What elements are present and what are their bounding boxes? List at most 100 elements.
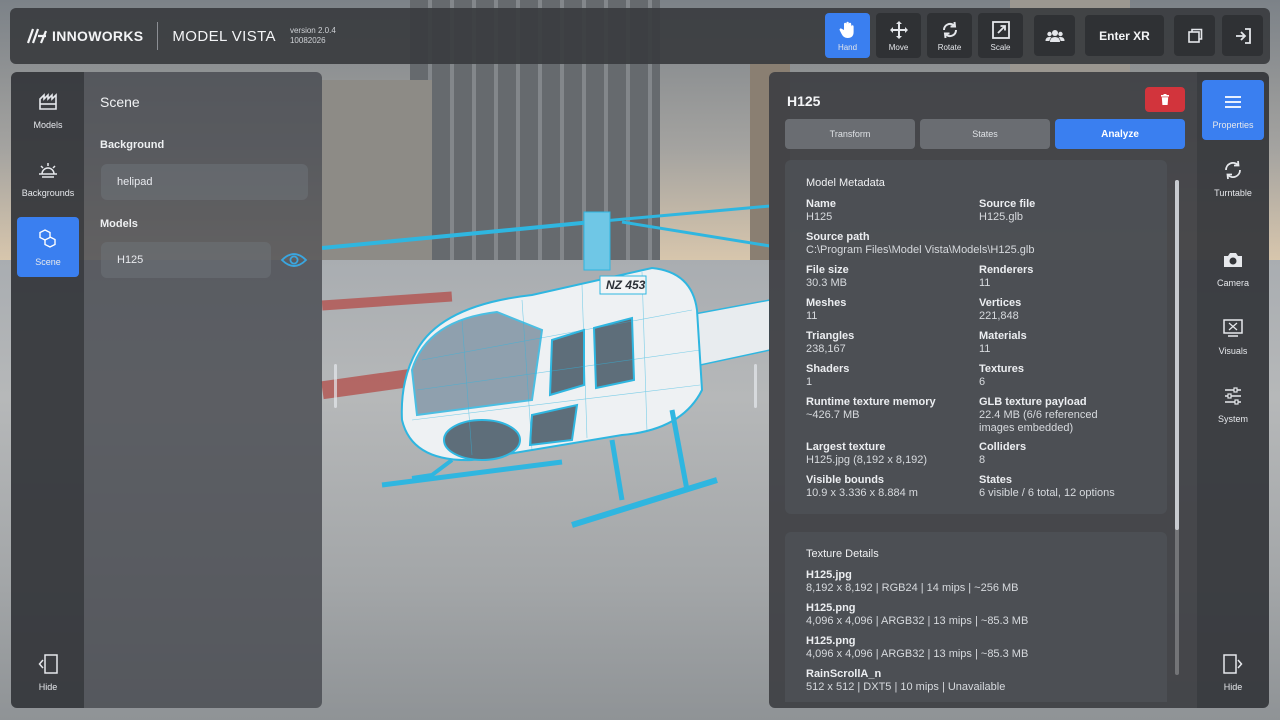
model-list-item[interactable]: H125: [101, 242, 271, 278]
move-tool-label: Move: [888, 42, 909, 52]
scene-panel: Scene Background helipad Models H125: [84, 72, 322, 708]
meta-value: 11: [979, 277, 991, 289]
nav-models[interactable]: Models: [17, 80, 79, 140]
meta-key: Source file: [979, 198, 1036, 210]
texture-item: RainScrollA_n 512 x 512 | DXT5 | 10 mips…: [806, 668, 1005, 694]
nav-properties[interactable]: Properties: [1202, 80, 1264, 140]
texture-item: H125.png 4,096 x 4,096 | ARGB32 | 13 mip…: [806, 602, 1028, 628]
viewport-resize-handle-right[interactable]: [754, 364, 757, 408]
system-sliders-icon: [1225, 386, 1241, 405]
exit-icon: [1235, 27, 1251, 44]
nav-models-label: Models: [33, 119, 63, 130]
helicopter-model[interactable]: NZ 453: [321, 200, 771, 540]
scale-icon: [991, 20, 1010, 39]
nav-system[interactable]: System: [1202, 374, 1264, 434]
meta-value: 1: [806, 376, 813, 388]
scene-icon: [39, 228, 56, 248]
version-number: version 2.0.4: [289, 26, 336, 35]
rotate-icon: [942, 21, 957, 38]
collaboration-button[interactable]: [1034, 15, 1075, 56]
meta-source-path: Source path C:\Program Files\Model Vista…: [806, 231, 1034, 257]
properties-scrollbar[interactable]: [1175, 180, 1179, 675]
meta-value: 30.3 MB: [806, 277, 847, 289]
brand: INNOWORKS MODEL VISTA version 2.0.4 1008…: [10, 8, 336, 64]
nav-scene[interactable]: Scene: [17, 217, 79, 277]
exit-button[interactable]: [1222, 15, 1263, 56]
texture-detail: 4,096 x 4,096 | ARGB32 | 13 mips | ~85.3…: [806, 615, 1029, 627]
meta-value: 8: [979, 454, 986, 466]
hand-tool-button[interactable]: Hand: [825, 13, 870, 58]
meta-value: 22.4 MB (6/6 referenced: [979, 409, 1098, 421]
move-icon: [889, 20, 908, 39]
properties-panel: H125 Transform States Analyze Model Meta…: [769, 72, 1197, 708]
backgrounds-icon: [39, 162, 57, 178]
app-name: MODEL VISTA: [172, 27, 276, 45]
tab-analyze[interactable]: Analyze: [1055, 119, 1185, 149]
meta-materials: Materials 11: [979, 330, 1027, 356]
nav-camera[interactable]: Camera: [1202, 238, 1264, 298]
tab-transform[interactable]: Transform: [785, 119, 915, 149]
delete-model-button[interactable]: [1145, 87, 1185, 112]
meta-value: ~426.7 MB: [806, 409, 860, 421]
turntable-icon: [1225, 160, 1241, 179]
meta-largest-texture: Largest texture H125.jpg (8,192 x 8,192): [806, 441, 927, 467]
nav-backgrounds[interactable]: Backgrounds: [17, 148, 79, 208]
scene-panel-title: Scene: [100, 94, 140, 110]
meta-vertices: Vertices 221,848: [979, 297, 1021, 323]
hide-left-panel-button[interactable]: Hide: [17, 642, 79, 702]
nav-turntable[interactable]: Turntable: [1202, 148, 1264, 208]
enter-xr-button[interactable]: Enter XR: [1085, 15, 1164, 56]
rotate-tool-button[interactable]: Rotate: [927, 13, 972, 58]
nav-properties-label: Properties: [1212, 119, 1254, 130]
metadata-title: Model Metadata: [806, 177, 885, 189]
meta-key: Triangles: [806, 330, 855, 342]
meta-value: images embedded): [979, 422, 1074, 434]
model-metadata-card: Model Metadata Name H125 Source file H12…: [785, 160, 1167, 514]
texture-item: H125.png 4,096 x 4,096 | ARGB32 | 13 mip…: [806, 635, 1028, 661]
nav-camera-label: Camera: [1216, 277, 1249, 288]
viewport-resize-handle-left[interactable]: [334, 364, 337, 408]
meta-key: Name: [806, 198, 836, 210]
meta-value: H125.jpg (8,192 x 8,192): [806, 454, 928, 466]
innoworks-logo-icon: [26, 28, 48, 44]
tab-states[interactable]: States: [920, 119, 1050, 149]
meta-key: Renderers: [979, 264, 1034, 276]
meta-key: Visible bounds: [806, 474, 885, 486]
texture-detail: 8,192 x 8,192 | RGB24 | 14 mips | ~256 M…: [806, 582, 1019, 594]
meta-value: H125.glb: [979, 211, 1024, 223]
meta-value: 11: [979, 343, 991, 355]
visuals-icon: [1223, 318, 1243, 337]
scrollbar-thumb[interactable]: [1175, 180, 1179, 530]
meta-shaders: Shaders 1: [806, 363, 849, 389]
meta-key: Shaders: [806, 363, 850, 375]
background-selector[interactable]: helipad: [101, 164, 308, 200]
meta-textures: Textures 6: [979, 363, 1024, 389]
version-info: version 2.0.4 10082026: [290, 26, 336, 46]
texture-details-title: Texture Details: [806, 548, 879, 560]
scale-tool-button[interactable]: Scale: [978, 13, 1023, 58]
tail-number: NZ 453: [606, 278, 646, 292]
models-section-label: Models: [100, 218, 138, 230]
meta-key: Vertices: [979, 297, 1022, 309]
meta-visible-bounds: Visible bounds 10.9 x 3.336 x 8.884 m: [806, 474, 918, 500]
analyze-content[interactable]: Model Metadata Name H125 Source file H12…: [783, 160, 1173, 702]
properties-tabs: Transform States Analyze: [785, 119, 1185, 149]
hand-icon: [839, 21, 854, 38]
collapse-left-icon: [38, 653, 58, 674]
texture-item: H125.jpg 8,192 x 8,192 | RGB24 | 14 mips…: [806, 569, 1019, 595]
hide-right-panel-button[interactable]: Hide: [1202, 642, 1264, 702]
meta-key: Runtime texture memory: [806, 396, 936, 408]
selected-model-title: H125: [787, 93, 821, 109]
trash-icon: [1161, 94, 1169, 105]
meta-name: Name H125: [806, 198, 836, 224]
nav-visuals[interactable]: Visuals: [1202, 306, 1264, 366]
nav-scene-label: Scene: [35, 256, 61, 267]
build-number: 10082026: [289, 36, 326, 45]
meta-value: C:\Program Files\Model Vista\Models\H125…: [806, 244, 1035, 256]
brand-name: INNOWORKS: [52, 28, 144, 44]
meta-key: Materials: [979, 330, 1027, 342]
window-mode-button[interactable]: [1174, 15, 1215, 56]
meta-value: H125: [806, 211, 833, 223]
visibility-eye-icon[interactable]: [280, 250, 308, 270]
move-tool-button[interactable]: Move: [876, 13, 921, 58]
